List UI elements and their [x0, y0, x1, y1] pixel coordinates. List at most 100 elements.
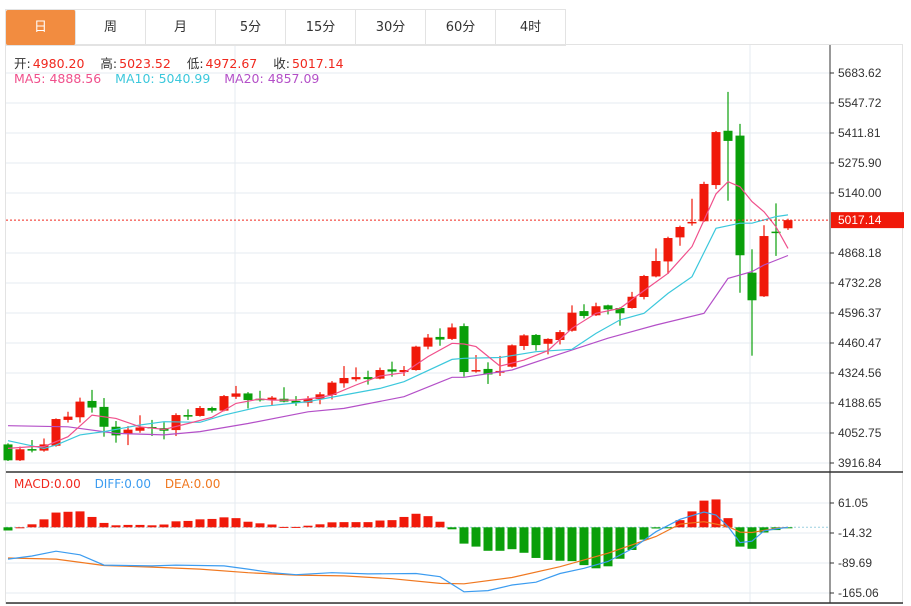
low-label: 低:: [186, 56, 204, 71]
tab-5[interactable]: 30分: [356, 10, 426, 45]
tab-0[interactable]: 日: [6, 10, 76, 45]
macd-bar: [195, 519, 205, 528]
candle: [207, 406, 217, 413]
high-value: 5023.52: [119, 56, 171, 71]
y-tick-label: 4188.65: [838, 396, 882, 410]
macd-bar: [171, 521, 181, 528]
tab-3[interactable]: 5分: [216, 10, 286, 45]
macd-bar: [15, 527, 25, 529]
macd-bar: [123, 524, 133, 528]
macd-bar: [75, 511, 85, 528]
macd-bar: [51, 512, 61, 528]
macd-bar: [63, 511, 73, 528]
candle: [759, 225, 769, 297]
macd-bar: [147, 525, 157, 528]
y-tick-label: 5411.81: [838, 126, 881, 140]
candle-body: [675, 226, 685, 238]
macd-bar: [651, 527, 661, 529]
tab-4[interactable]: 15分: [286, 10, 356, 45]
macd-bar: [315, 524, 325, 528]
ma-readout: MA5: 4888.56 MA10: 5040.99 MA20: 4857.09: [14, 71, 321, 86]
y-tick-label: 4324.56: [838, 366, 882, 380]
macd-bar: [435, 521, 445, 528]
close-value: 5017.14: [291, 56, 344, 71]
candle-body: [195, 408, 205, 416]
y-tick-label: 5683.62: [838, 66, 882, 80]
y-tick-label: 5275.90: [838, 156, 882, 170]
macd-bar: [231, 518, 241, 528]
candle-body: [423, 337, 433, 347]
y-tick-label: 4460.47: [838, 336, 882, 350]
candle-body: [231, 393, 241, 397]
dea-value: DEA:0.00: [164, 477, 221, 491]
candle: [687, 198, 697, 226]
macd-bar: [303, 525, 313, 528]
low-value: 4972.67: [205, 56, 258, 71]
tab-7[interactable]: 4时: [496, 10, 566, 45]
period-tabs: 日周月 5分 15分 30分 60分 4时: [5, 9, 566, 46]
y-tick-label: 5547.72: [838, 96, 882, 110]
candle-body: [687, 221, 697, 224]
ma20-line: [7, 254, 789, 436]
macd-bar: [135, 524, 145, 528]
candle: [735, 123, 745, 293]
macd-bar: [99, 522, 109, 528]
macd-bar: [363, 522, 373, 528]
candle: [531, 334, 541, 351]
candle: [231, 385, 241, 399]
candle-body: [519, 335, 529, 346]
candle: [183, 409, 193, 420]
tab-1[interactable]: 周: [76, 10, 146, 45]
ma5-value: MA5: 4888.56: [14, 71, 102, 86]
y-tick-label: 4052.75: [838, 426, 882, 440]
macd-bar: [591, 527, 601, 569]
tab-6[interactable]: 60分: [426, 10, 496, 45]
y-tick-label: 3916.84: [838, 456, 882, 470]
macd-bar: [423, 516, 433, 528]
y-tick-label: 5140.00: [838, 186, 882, 200]
candle-body: [27, 449, 37, 451]
last-price-label: 5017.14: [838, 213, 882, 227]
macd-bar: [687, 511, 697, 528]
macd-bar: [27, 524, 37, 528]
ma20-value: MA20: 4857.09: [224, 71, 320, 86]
macd-bar: [399, 516, 409, 528]
candle-body: [663, 238, 673, 262]
macd-y-tick-label: -89.69: [838, 556, 872, 570]
candle-body: [135, 427, 145, 431]
y-tick-label: 4596.37: [838, 306, 882, 320]
candle: [75, 397, 85, 423]
candle-body: [735, 135, 745, 256]
candle: [15, 446, 25, 461]
candle-body: [459, 326, 469, 373]
macd-readout: MACD:0.00 DIFF:0.00 DEA:0.00: [14, 477, 222, 491]
macd-bar: [183, 520, 193, 528]
candle: [159, 422, 169, 440]
macd-bar: [531, 527, 541, 558]
candle-body: [543, 338, 553, 344]
candle-body: [699, 183, 709, 222]
macd-bar: [447, 527, 457, 530]
ma10-value: MA10: 5040.99: [115, 71, 211, 86]
kline-chart[interactable]: 5683.62 5547.72 5411.81 5275.90 5140.00 4868.…: [0, 0, 911, 606]
tab-2[interactable]: 月: [146, 10, 216, 45]
candle-body: [579, 311, 589, 316]
candle-body: [387, 369, 397, 372]
candle-body: [351, 377, 361, 380]
macd-bar: [243, 521, 253, 528]
macd-bar: [543, 527, 553, 560]
candle: [627, 291, 637, 309]
candle: [87, 389, 97, 413]
candle-body: [723, 130, 733, 141]
macd-bar: [459, 527, 469, 544]
macd-bar: [699, 500, 709, 528]
candle: [423, 334, 433, 350]
candle-body: [183, 415, 193, 417]
macd-bar: [567, 527, 577, 562]
candle: [63, 411, 73, 423]
candle-body: [435, 336, 445, 340]
candle-body: [747, 272, 757, 301]
dea-line: [7, 521, 789, 585]
macd-bar: [327, 522, 337, 528]
macd-bar: [267, 524, 277, 528]
